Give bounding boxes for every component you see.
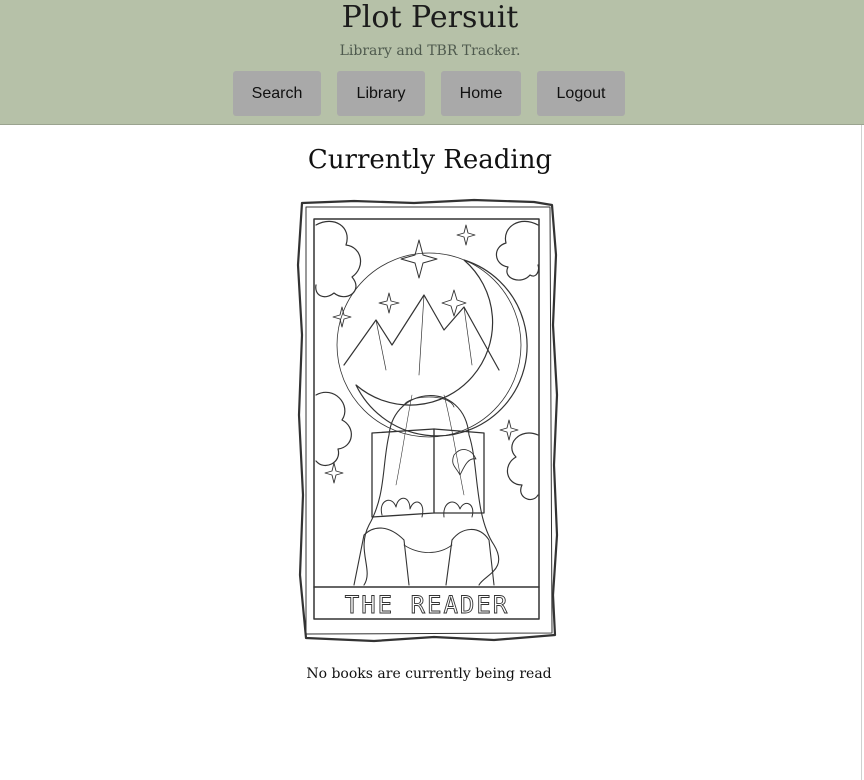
search-button[interactable]: Search xyxy=(233,71,321,116)
site-subtitle: Library and TBR Tracker. xyxy=(339,43,521,59)
site-header: Plot Persuit Library and TBR Tracker. Se… xyxy=(0,0,864,125)
page-edge-divider xyxy=(861,125,862,780)
main-nav: Search Library Home Logout xyxy=(233,71,625,116)
currently-reading-heading: Currently Reading xyxy=(307,145,553,175)
library-button[interactable]: Library xyxy=(337,71,425,116)
home-button[interactable]: Home xyxy=(441,71,521,116)
empty-state-message: No books are currently being read xyxy=(306,666,552,682)
site-title: Plot Persuit xyxy=(341,0,519,35)
reader-tarot-card-illustration: THE READER xyxy=(294,195,560,645)
reader-card-svg: THE READER xyxy=(296,198,559,643)
logout-button[interactable]: Logout xyxy=(537,71,625,116)
card-caption: THE READER xyxy=(345,591,510,619)
